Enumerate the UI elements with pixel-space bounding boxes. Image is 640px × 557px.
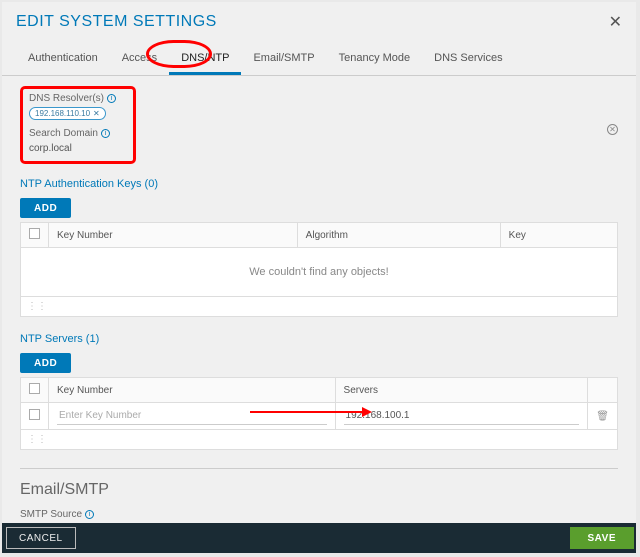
tab-email-smtp[interactable]: Email/SMTP bbox=[241, 46, 326, 75]
empty-table-message: We couldn't find any objects! bbox=[20, 248, 618, 297]
tab-access[interactable]: Access bbox=[110, 46, 169, 75]
modal-footer: CANCEL SAVE bbox=[2, 523, 636, 553]
ntp-servers-link[interactable]: NTP Servers (1) bbox=[20, 333, 618, 345]
info-icon[interactable]: i bbox=[101, 129, 110, 138]
col-key-number[interactable]: Key Number bbox=[49, 378, 336, 403]
info-icon[interactable]: i bbox=[107, 94, 116, 103]
delete-row-icon[interactable]: 🗑 bbox=[588, 403, 618, 430]
close-icon[interactable]: ✕ bbox=[609, 12, 622, 32]
modal-body[interactable]: DNS Resolver(s) i 192.168.110.10 ✕ Searc… bbox=[2, 76, 636, 523]
col-key[interactable]: Key bbox=[500, 223, 617, 248]
search-domain-label: Search Domain i bbox=[29, 128, 127, 139]
section-divider bbox=[20, 468, 618, 469]
dns-resolver-value: 192.168.110.10 bbox=[35, 109, 90, 118]
select-all-checkbox[interactable] bbox=[21, 223, 49, 248]
row-checkbox[interactable] bbox=[21, 403, 49, 430]
dns-resolver-tag[interactable]: 192.168.110.10 ✕ bbox=[29, 107, 106, 120]
add-ntp-server-button[interactable]: ADD bbox=[20, 353, 71, 373]
table-pager[interactable]: ⋮⋮ bbox=[20, 430, 618, 450]
modal-title: EDIT SYSTEM SETTINGS bbox=[16, 13, 217, 31]
table-row: 🗑 bbox=[21, 403, 618, 430]
email-section-heading: Email/SMTP bbox=[20, 481, 618, 499]
col-servers[interactable]: Servers bbox=[335, 378, 588, 403]
tab-dns-ntp[interactable]: DNS/NTP bbox=[169, 46, 241, 75]
key-number-input[interactable] bbox=[57, 407, 327, 425]
select-all-checkbox[interactable] bbox=[21, 378, 49, 403]
ntp-keys-table: Key Number Algorithm Key bbox=[20, 222, 618, 248]
modal-header: EDIT SYSTEM SETTINGS ✕ bbox=[2, 2, 636, 38]
annotation-fields-box: DNS Resolver(s) i 192.168.110.10 ✕ Searc… bbox=[20, 86, 136, 164]
col-key-number[interactable]: Key Number bbox=[49, 223, 298, 248]
save-button[interactable]: SAVE bbox=[570, 527, 635, 549]
tab-dns-services[interactable]: DNS Services bbox=[422, 46, 514, 75]
tab-tenancy-mode[interactable]: Tenancy Mode bbox=[327, 46, 423, 75]
dns-resolvers-label: DNS Resolver(s) i bbox=[29, 93, 127, 104]
table-pager[interactable]: ⋮⋮ bbox=[20, 297, 618, 317]
tab-authentication[interactable]: Authentication bbox=[16, 46, 110, 75]
ntp-auth-keys-link[interactable]: NTP Authentication Keys (0) bbox=[20, 178, 618, 190]
ntp-servers-table: Key Number Servers 🗑 bbox=[20, 377, 618, 430]
add-ntp-key-button[interactable]: ADD bbox=[20, 198, 71, 218]
smtp-source-label: SMTP Source i bbox=[20, 509, 618, 520]
server-input[interactable] bbox=[344, 407, 580, 425]
info-icon[interactable]: i bbox=[85, 510, 94, 519]
pager-grip-icon: ⋮⋮ bbox=[27, 434, 47, 445]
tab-bar: Authentication Access DNS/NTP Email/SMTP… bbox=[2, 38, 636, 76]
clear-field-icon[interactable]: ✕ bbox=[607, 124, 618, 135]
settings-modal: EDIT SYSTEM SETTINGS ✕ Authentication Ac… bbox=[2, 2, 636, 553]
pager-grip-icon: ⋮⋮ bbox=[27, 301, 47, 312]
cancel-button[interactable]: CANCEL bbox=[6, 527, 76, 549]
search-domain-value[interactable]: corp.local bbox=[29, 142, 127, 155]
remove-tag-icon[interactable]: ✕ bbox=[93, 109, 100, 118]
col-algorithm[interactable]: Algorithm bbox=[297, 223, 500, 248]
